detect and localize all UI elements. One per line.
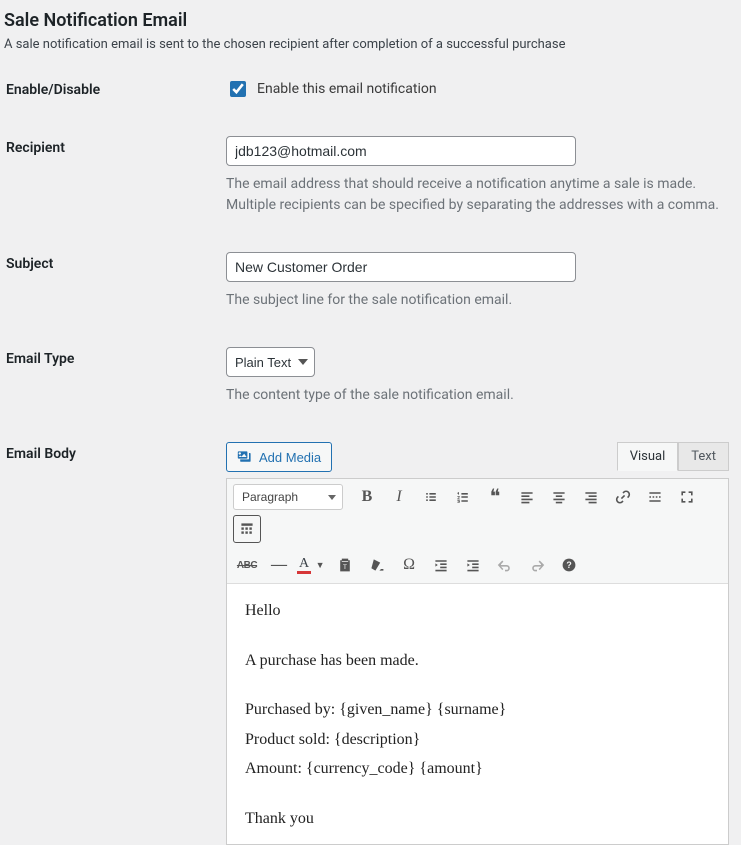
- tab-text[interactable]: Text: [678, 442, 729, 471]
- enable-label: Enable/Disable: [6, 78, 226, 98]
- recipient-help: The email address that should receive a …: [226, 174, 729, 216]
- subject-label: Subject: [6, 252, 226, 272]
- body-amount: Amount: {currency_code} {amount}: [245, 756, 710, 782]
- fullscreen-icon[interactable]: [673, 483, 701, 511]
- indent-icon[interactable]: [459, 551, 487, 579]
- align-left-icon[interactable]: [513, 483, 541, 511]
- body-hello: Hello: [245, 598, 710, 624]
- italic-icon[interactable]: I: [385, 483, 413, 511]
- link-icon[interactable]: [609, 483, 637, 511]
- editor-content[interactable]: Hello A purchase has been made. Purchase…: [227, 584, 728, 844]
- outdent-icon[interactable]: [427, 551, 455, 579]
- numbered-list-icon[interactable]: [449, 483, 477, 511]
- enable-checkbox-label[interactable]: Enable this email notification: [226, 78, 729, 100]
- text-color-icon: A: [297, 557, 311, 574]
- text-color-dropdown-icon[interactable]: ▼: [313, 552, 327, 578]
- blockquote-icon[interactable]: ❝: [481, 483, 509, 511]
- email-type-help: The content type of the sale notificatio…: [226, 385, 729, 406]
- add-media-label: Add Media: [259, 450, 321, 465]
- recipient-input[interactable]: [226, 136, 576, 166]
- enable-checkbox-text: Enable this email notification: [257, 81, 437, 97]
- align-right-icon[interactable]: [577, 483, 605, 511]
- editor-toolbar: Paragraph B I ❝ ABC —: [227, 479, 728, 584]
- email-body-label: Email Body: [6, 442, 226, 462]
- align-center-icon[interactable]: [545, 483, 573, 511]
- email-type-label: Email Type: [6, 347, 226, 367]
- recipient-row: Recipient The email address that should …: [2, 136, 741, 216]
- media-icon: [237, 449, 253, 465]
- email-body-row: Email Body Add Media Visual Text Paragra…: [2, 442, 741, 845]
- clear-formatting-icon[interactable]: [363, 551, 391, 579]
- special-char-icon[interactable]: Ω: [395, 551, 423, 579]
- subject-input[interactable]: [226, 252, 576, 282]
- format-select[interactable]: Paragraph: [233, 484, 343, 510]
- subject-help: The subject line for the sale notificati…: [226, 290, 729, 311]
- email-type-select[interactable]: Plain Text: [226, 347, 315, 377]
- page-title: Sale Notification Email: [4, 10, 741, 31]
- read-more-icon[interactable]: [641, 483, 669, 511]
- enable-row: Enable/Disable Enable this email notific…: [2, 78, 741, 100]
- horizontal-rule-icon[interactable]: —: [265, 551, 293, 579]
- add-media-button[interactable]: Add Media: [226, 442, 332, 472]
- body-purchase-made: A purchase has been made.: [245, 648, 710, 674]
- redo-icon[interactable]: [523, 551, 551, 579]
- enable-checkbox[interactable]: [230, 81, 246, 97]
- body-thankyou: Thank you: [245, 806, 710, 832]
- strikethrough-icon[interactable]: ABC: [233, 551, 261, 579]
- page-subtext: A sale notification email is sent to the…: [4, 37, 741, 52]
- editor-box: Paragraph B I ❝ ABC —: [226, 478, 729, 845]
- subject-row: Subject The subject line for the sale no…: [2, 252, 741, 311]
- undo-icon[interactable]: [491, 551, 519, 579]
- toolbar-toggle-icon[interactable]: [233, 515, 261, 543]
- bullet-list-icon[interactable]: [417, 483, 445, 511]
- bold-icon[interactable]: B: [353, 483, 381, 511]
- paste-text-icon[interactable]: T: [331, 551, 359, 579]
- svg-text:T: T: [343, 564, 347, 571]
- text-color-control[interactable]: A ▼: [297, 552, 327, 578]
- recipient-label: Recipient: [6, 136, 226, 156]
- body-purchased-by: Purchased by: {given_name} {surname}: [245, 697, 710, 723]
- svg-text:?: ?: [566, 560, 571, 570]
- email-type-row: Email Type Plain Text The content type o…: [2, 347, 741, 406]
- help-icon[interactable]: ?: [555, 551, 583, 579]
- body-product-sold: Product sold: {description}: [245, 727, 710, 753]
- tab-visual[interactable]: Visual: [617, 442, 679, 471]
